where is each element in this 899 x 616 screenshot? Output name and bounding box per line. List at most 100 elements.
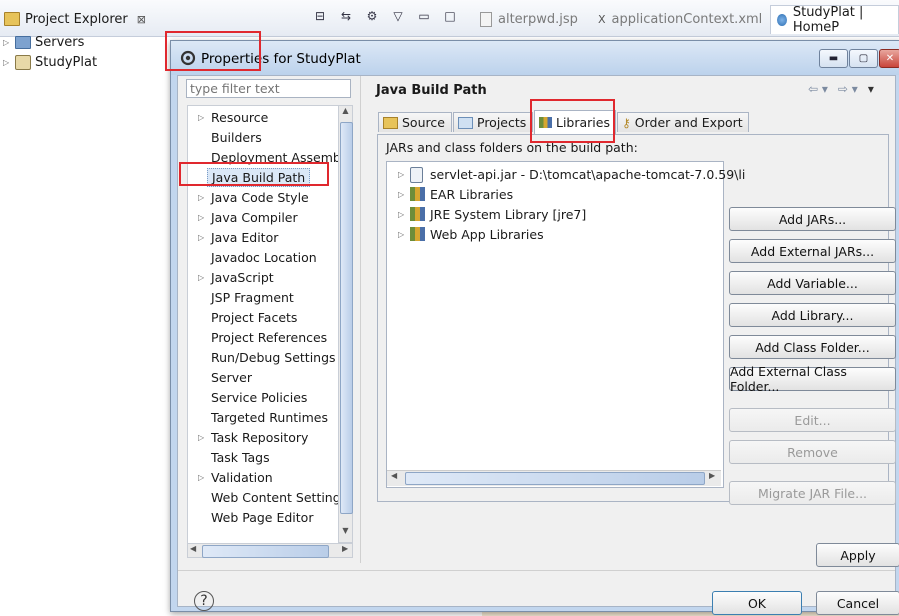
scroll-up-icon[interactable]: ▲ <box>339 106 352 120</box>
scroll-left-icon[interactable]: ◀ <box>190 544 196 553</box>
nav-item[interactable]: Targeted Runtimes <box>188 407 339 427</box>
nav-item[interactable]: Web Page Editor <box>188 507 339 527</box>
project-explorer-tab[interactable]: Project Explorer ⊠ <box>0 6 152 32</box>
nav-item[interactable]: ▷ Resource <box>188 107 339 127</box>
add-external-jars-button[interactable]: Add External JARs... <box>729 239 896 263</box>
migrate-jar-file-button[interactable]: Migrate JAR File... <box>729 481 896 505</box>
close-icon[interactable]: ⊠ <box>137 13 146 26</box>
collapse-all-icon[interactable]: ⊟ <box>312 8 328 24</box>
library-entry[interactable]: ▷ servlet-api.jar - D:\tomcat\apache-tomc… <box>387 164 745 184</box>
maximize-button[interactable]: ▢ <box>849 49 878 68</box>
library-horizontal-scrollbar[interactable]: ◀ ▶ <box>387 470 721 486</box>
nav-vertical-scrollbar[interactable]: ▲ ▼ <box>338 105 353 543</box>
expand-arrow-icon[interactable]: ▷ <box>3 38 11 47</box>
back-arrow-icon[interactable]: ⇦ ▾ <box>808 82 828 96</box>
nav-item[interactable]: Service Policies <box>188 387 339 407</box>
nav-item[interactable]: ▷ Validation <box>188 467 339 487</box>
add-variable-button[interactable]: Add Variable... <box>729 271 896 295</box>
expand-arrow-icon[interactable]: ▷ <box>198 213 206 222</box>
add-jars-button[interactable]: Add JARs... <box>729 207 896 231</box>
nav-item[interactable]: ▷ Task Repository <box>188 427 339 447</box>
nav-item[interactable]: Run/Debug Settings <box>188 347 339 367</box>
expand-arrow-icon[interactable]: ▷ <box>198 113 206 122</box>
nav-horizontal-scrollbar[interactable]: ◀ ▶ <box>187 543 353 558</box>
nav-item[interactable]: Javadoc Location <box>188 247 339 267</box>
editor-tab-studyplat[interactable]: StudyPlat | HomeP <box>770 5 899 35</box>
editor-tab-applicationcontext[interactable]: X applicationContext.xml <box>598 6 762 32</box>
dialog-titlebar[interactable]: Properties for StudyPlat ▬ ▢ ✕ <box>171 41 899 75</box>
close-button[interactable]: ✕ <box>879 49 899 68</box>
link-with-editor-icon[interactable]: ⇆ <box>338 8 354 24</box>
tree-item-label: Servers <box>35 34 85 50</box>
expand-arrow-icon[interactable]: ▷ <box>198 473 206 482</box>
library-icon <box>410 227 425 241</box>
scroll-right-icon[interactable]: ▶ <box>342 544 348 553</box>
apply-button[interactable]: Apply <box>816 543 899 567</box>
page-title: Java Build Path <box>376 83 487 98</box>
tree-item-label: StudyPlat <box>35 54 98 70</box>
tree-item-servers[interactable]: ▷ Servers <box>0 32 170 52</box>
edit-button[interactable]: Edit... <box>729 408 896 432</box>
folder-icon <box>15 35 31 49</box>
editor-tab-bar: alterpwd.jsp X applicationContext.xml St… <box>470 0 899 37</box>
cancel-button[interactable]: Cancel <box>816 591 899 615</box>
ok-button[interactable]: OK <box>712 591 802 615</box>
library-entry[interactable]: ▷ EAR Libraries <box>387 184 721 204</box>
tab-order-and-export[interactable]: ⚷ Order and Export <box>617 112 749 132</box>
filter-icon[interactable]: ⚙ <box>364 8 380 24</box>
view-menu-icon[interactable]: ▾ <box>868 82 874 96</box>
nav-item-label: Run/Debug Settings <box>211 349 336 365</box>
library-entry[interactable]: ▷ Web App Libraries <box>387 224 721 244</box>
expand-arrow-icon[interactable]: ▷ <box>398 210 406 219</box>
library-icon <box>410 187 425 201</box>
pane-divider[interactable] <box>360 76 361 563</box>
nav-item-label: JavaScript <box>211 269 274 285</box>
add-external-class-folder-button[interactable]: Add External Class Folder... <box>729 364 896 394</box>
library-entry[interactable]: ▷ JRE System Library [jre7] <box>387 204 721 224</box>
minimize-icon[interactable]: ▭ <box>416 8 432 24</box>
library-label: servlet-api.jar - D:\tomcat\apache-tomca… <box>430 166 746 182</box>
nav-item[interactable]: Project References <box>188 327 339 347</box>
nav-item[interactable]: Server <box>188 367 339 387</box>
expand-arrow-icon[interactable]: ▷ <box>398 170 406 179</box>
tab-source[interactable]: Source <box>378 112 452 132</box>
scrollbar-thumb[interactable] <box>405 472 705 485</box>
expand-arrow-icon[interactable]: ▷ <box>398 190 406 199</box>
help-icon[interactable]: ? <box>194 591 214 611</box>
nav-item[interactable]: Project Facets <box>188 307 339 327</box>
expand-arrow-icon[interactable]: ▷ <box>398 230 406 239</box>
nav-item-label: Java Code Style <box>211 189 309 205</box>
nav-item[interactable]: Web Content Settings <box>188 487 339 507</box>
scrollbar-thumb[interactable] <box>340 122 353 514</box>
expand-arrow-icon[interactable]: ▷ <box>198 273 206 282</box>
add-library-button[interactable]: Add Library... <box>729 303 896 327</box>
view-menu-icon[interactable]: ▽ <box>390 8 406 24</box>
nav-item[interactable]: ▷ Java Compiler <box>188 207 339 227</box>
remove-button[interactable]: Remove <box>729 440 896 464</box>
tab-projects[interactable]: Projects <box>453 112 533 132</box>
minimize-button[interactable]: ▬ <box>819 49 848 68</box>
add-class-folder-button[interactable]: Add Class Folder... <box>729 335 896 359</box>
scrollbar-thumb[interactable] <box>202 545 329 558</box>
scroll-down-icon[interactable]: ▼ <box>339 526 352 540</box>
nav-item[interactable]: Task Tags <box>188 447 339 467</box>
highlight-box-java-build-path <box>179 162 329 186</box>
nav-item[interactable]: ▷ JavaScript <box>188 267 339 287</box>
projects-folder-icon <box>458 116 473 129</box>
maximize-icon[interactable]: □ <box>442 8 458 24</box>
jar-icon <box>410 167 423 183</box>
nav-item[interactable]: ▷ Java Code Style <box>188 187 339 207</box>
editor-tab-alterpwd[interactable]: alterpwd.jsp <box>480 6 578 32</box>
scroll-left-icon[interactable]: ◀ <box>391 471 397 480</box>
expand-arrow-icon[interactable]: ▷ <box>198 193 206 202</box>
nav-item[interactable]: JSP Fragment <box>188 287 339 307</box>
forward-arrow-icon[interactable]: ⇨ ▾ <box>838 82 858 96</box>
nav-item[interactable]: Builders <box>188 127 339 147</box>
nav-item[interactable]: ▷ Java Editor <box>188 227 339 247</box>
expand-arrow-icon[interactable]: ▷ <box>198 233 206 242</box>
expand-arrow-icon[interactable]: ▷ <box>3 58 11 67</box>
scroll-right-icon[interactable]: ▶ <box>709 471 715 480</box>
expand-arrow-icon[interactable]: ▷ <box>198 433 206 442</box>
tree-item-studyplat[interactable]: ▷ StudyPlat <box>0 52 170 72</box>
filter-input[interactable] <box>186 79 351 98</box>
